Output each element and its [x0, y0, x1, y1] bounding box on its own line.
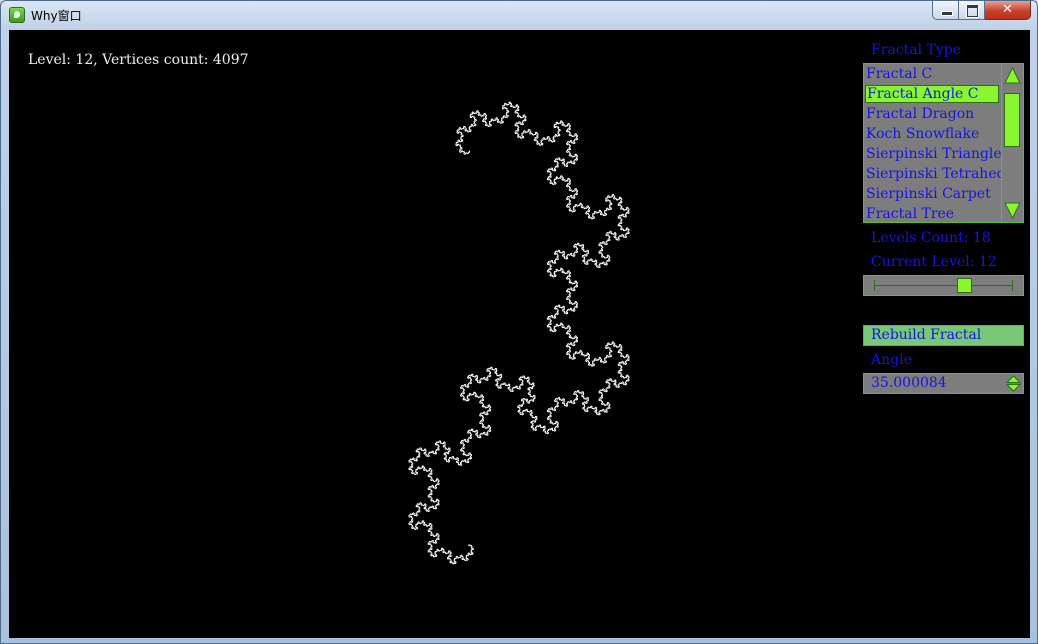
list-item-sierpinski-tetrahedron[interactable]: Sierpinski Tetrahedron — [865, 165, 1023, 183]
level-status-text: Level: 12, Vertices count: 4097 — [28, 52, 249, 68]
list-item-koch-snowflake[interactable]: Koch Snowflake — [865, 125, 999, 143]
list-item-fractal-dragon[interactable]: Fractal Dragon — [865, 105, 999, 123]
angle-spinbox[interactable]: 35.000084 — [863, 373, 1024, 394]
angle-label: Angle — [871, 352, 912, 368]
level-slider[interactable] — [863, 275, 1024, 296]
caption-buttons: ✕ — [932, 1, 1031, 21]
list-item-sierpinski-carpet[interactable]: Sierpinski Carpet — [865, 185, 999, 203]
minimize-button[interactable] — [932, 1, 959, 20]
spin-up-down-icon[interactable] — [1005, 375, 1022, 392]
minimize-icon — [941, 11, 953, 16]
close-button[interactable]: ✕ — [985, 1, 1031, 20]
app-window: Why窗口 ✕ Level: 12, Vertices count: 4097 … — [0, 0, 1038, 644]
list-item-fractal-c[interactable]: Fractal C — [865, 65, 999, 83]
fractal-type-label: Fractal Type — [871, 42, 961, 58]
angle-value[interactable]: 35.000084 — [871, 374, 947, 393]
fractal-type-listbox[interactable]: Fractal C Fractal Angle C Fractal Dragon… — [863, 63, 1024, 223]
close-icon: ✕ — [1002, 2, 1013, 17]
level-slider-thumb[interactable] — [957, 278, 972, 293]
list-scrollbar[interactable] — [1001, 64, 1023, 222]
window-title: Why窗口 — [31, 9, 82, 23]
levels-count-label: Levels Count: 18 — [871, 230, 991, 246]
slider-min-tick — [874, 280, 875, 291]
list-item-fractal-tree[interactable]: Fractal Tree — [865, 205, 999, 222]
slider-track — [874, 285, 1013, 286]
scroll-down-arrow-icon[interactable] — [1004, 201, 1021, 220]
scroll-thumb[interactable] — [1004, 93, 1020, 147]
list-item-fractal-angle-c[interactable]: Fractal Angle C — [865, 85, 999, 103]
slider-max-tick — [1012, 280, 1013, 291]
rebuild-fractal-button[interactable]: Rebuild Fractal — [863, 325, 1024, 346]
list-item-sierpinski-triangle[interactable]: Sierpinski Triangle — [865, 145, 1002, 163]
render-canvas[interactable]: Level: 12, Vertices count: 4097 Fractal … — [9, 30, 1030, 638]
scroll-up-arrow-icon[interactable] — [1004, 66, 1021, 85]
title-bar[interactable]: Why窗口 ✕ — [1, 1, 1037, 29]
fractal-curve — [408, 101, 630, 565]
current-level-label: Current Level: 12 — [871, 254, 997, 270]
leaf-app-icon — [9, 7, 25, 23]
maximize-button[interactable] — [959, 1, 985, 20]
maximize-icon — [967, 5, 978, 17]
